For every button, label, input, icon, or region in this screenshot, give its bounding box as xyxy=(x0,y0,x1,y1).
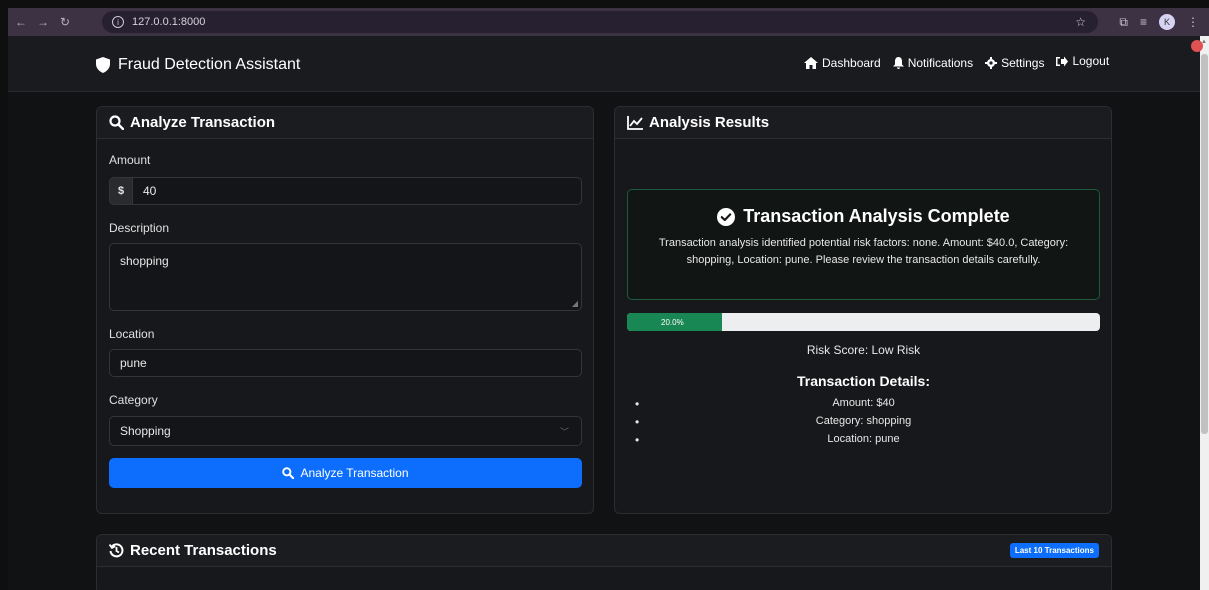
recent-card-title: Recent Transactions xyxy=(130,542,277,559)
description-value: shopping xyxy=(120,254,169,268)
detail-location: Location: pune xyxy=(627,433,1100,451)
chart-line-icon xyxy=(627,115,643,130)
forward-icon[interactable]: → xyxy=(34,15,52,29)
reload-icon[interactable]: ↻ xyxy=(56,15,74,29)
transaction-details-title: Transaction Details: xyxy=(796,373,931,389)
analyze-transaction-card: Analyze Transaction Amount $ 40 Descript… xyxy=(96,106,594,514)
alert-message: Transaction analysis identified potentia… xyxy=(658,237,1069,267)
amount-input[interactable]: 40 xyxy=(133,177,582,205)
location-input[interactable]: pune xyxy=(109,349,582,377)
back-icon[interactable]: ← xyxy=(12,15,30,29)
recent-card-header: Recent Transactions Last 10 Transactions xyxy=(97,535,1111,567)
analyze-card-header: Analyze Transaction xyxy=(97,107,593,139)
nav-logout[interactable]: Logout xyxy=(1056,52,1109,70)
nav-logout-label: Logout xyxy=(1072,54,1110,68)
search-icon xyxy=(109,115,124,130)
amount-label: Amount xyxy=(109,153,151,167)
amount-input-group: $ 40 xyxy=(109,177,582,205)
home-icon xyxy=(804,57,818,69)
detail-category: Category: shopping xyxy=(627,415,1100,433)
recent-transactions-card: Recent Transactions Last 10 Transactions xyxy=(96,534,1112,590)
analyze-transaction-button[interactable]: Analyze Transaction xyxy=(109,458,582,488)
page-viewport: Fraud Detection Assistant Dashboard Noti… xyxy=(8,36,1200,590)
risk-progress-bar: 20.0% xyxy=(627,313,1100,331)
category-select[interactable]: Shopping ﹀ xyxy=(109,416,582,446)
bookmark-star-icon[interactable]: ☆ xyxy=(1075,15,1086,29)
shield-icon xyxy=(96,57,110,73)
resize-grip-icon[interactable]: ◢ xyxy=(572,299,578,308)
description-textarea[interactable]: shopping ◢ xyxy=(109,243,582,311)
gear-icon xyxy=(985,57,998,69)
scrollbar-thumb[interactable] xyxy=(1201,54,1208,434)
search-icon xyxy=(282,467,295,479)
check-circle-icon xyxy=(717,207,736,226)
navbar: Fraud Detection Assistant Dashboard Noti… xyxy=(8,36,1200,92)
profile-avatar[interactable]: K xyxy=(1159,14,1175,30)
risk-score-text: Risk Score: Low Risk xyxy=(806,343,921,357)
notification-dot xyxy=(1191,40,1203,52)
category-value: Shopping xyxy=(120,424,171,438)
nav-notifications-label: Notifications xyxy=(907,56,974,70)
chevron-down-icon: ﹀ xyxy=(559,427,569,437)
category-label: Category xyxy=(109,393,158,407)
logout-icon xyxy=(1056,56,1069,66)
results-card-title: Analysis Results xyxy=(649,114,770,131)
extensions-icon[interactable]: ⧉ xyxy=(1119,15,1128,30)
location-label: Location xyxy=(109,327,155,341)
url-text: 127.0.0.1:8000 xyxy=(132,16,206,28)
media-icon[interactable]: ≡ xyxy=(1140,15,1147,29)
analyze-card-title: Analyze Transaction xyxy=(130,114,276,131)
nav-settings[interactable]: Settings xyxy=(985,56,1044,70)
currency-addon: $ xyxy=(109,177,133,205)
browser-menu-icon[interactable]: ⋮ xyxy=(1187,15,1199,29)
nav-dashboard[interactable]: Dashboard xyxy=(804,56,881,70)
address-bar[interactable]: i 127.0.0.1:8000 ☆ xyxy=(102,11,1098,33)
history-icon xyxy=(109,543,124,558)
description-label: Description xyxy=(109,221,170,235)
brand[interactable]: Fraud Detection Assistant xyxy=(96,56,300,74)
browser-toolbar: ← → ↻ i 127.0.0.1:8000 ☆ ⧉ ≡ K ⋮ xyxy=(8,8,1209,36)
bell-icon xyxy=(892,57,904,69)
page-scrollbar[interactable]: ▲ xyxy=(1200,36,1209,590)
analysis-complete-alert: Transaction Analysis Complete Transactio… xyxy=(627,189,1100,300)
nav-settings-label: Settings xyxy=(1001,56,1045,70)
results-card-header: Analysis Results xyxy=(615,107,1111,139)
nav-notifications[interactable]: Notifications xyxy=(892,56,974,70)
alert-title: Transaction Analysis Complete xyxy=(743,206,1010,226)
transaction-details-list: Amount: $40 Category: shopping Location:… xyxy=(627,397,1100,451)
detail-amount: Amount: $40 xyxy=(627,397,1100,415)
analysis-results-card: Analysis Results Transaction Analysis Co… xyxy=(614,106,1112,514)
brand-name: Fraud Detection Assistant xyxy=(118,56,301,73)
analyze-button-label: Analyze Transaction xyxy=(300,466,409,480)
last-transactions-badge: Last 10 Transactions xyxy=(1009,543,1099,558)
site-info-icon[interactable]: i xyxy=(112,16,124,28)
risk-progress-fill: 20.0% xyxy=(627,313,722,331)
nav-dashboard-label: Dashboard xyxy=(822,56,881,70)
